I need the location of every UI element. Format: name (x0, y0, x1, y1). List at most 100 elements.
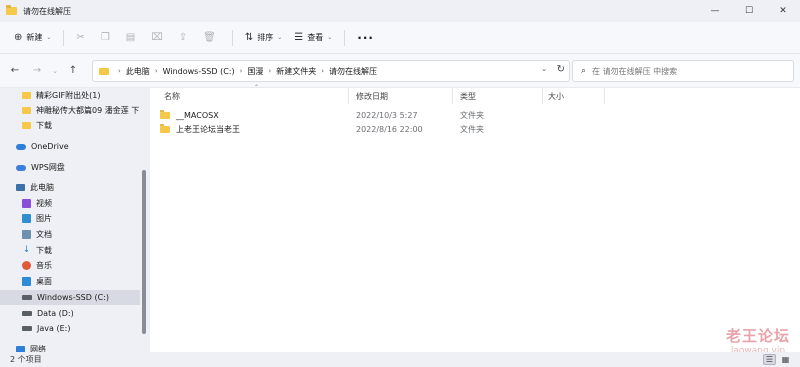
command-bar: ⊕ 新建 ⌄ ✂ ❐ ▤ ⌧ ⇪ 🗑 ⇅ 排序 ⌄ ☰ 查看 ⌄ ··· (0, 22, 800, 54)
view-toggle: ☰ ▦ (760, 354, 792, 365)
nav-item-desktop[interactable]: 桌面 (0, 274, 140, 289)
nav-item-music[interactable]: 音乐 (0, 258, 140, 273)
breadcrumb-item[interactable]: 请勿在线解压 (329, 66, 377, 77)
address-history-dropdown[interactable]: ⌄ (541, 65, 547, 73)
column-header-modified[interactable]: 修改日期 (356, 88, 388, 104)
documents-icon (22, 230, 31, 239)
file-modified: 2022/10/3 5:27 (356, 110, 418, 120)
chevron-down-icon: ⌄ (327, 34, 333, 41)
nav-item-documents[interactable]: 文档 (0, 227, 140, 242)
window-title: 请勿在线解压 (23, 6, 71, 16)
column-header-size[interactable]: 大小 (548, 88, 564, 104)
arrow-left-icon: ← (10, 65, 20, 76)
share-icon: ⇪ (178, 32, 188, 43)
more-options-button[interactable]: ··· (351, 27, 380, 49)
rename-icon: ⌧ (151, 32, 163, 43)
divider (344, 29, 346, 46)
chevron-down-icon: ⌄ (46, 34, 52, 41)
details-view-button[interactable]: ☰ (763, 354, 776, 365)
up-button[interactable]: ↑ (62, 60, 84, 82)
sort-icon: ⇅ (244, 32, 254, 43)
plus-circle-icon: ⊕ (14, 32, 23, 43)
delete-button[interactable]: 🗑 (197, 27, 226, 49)
folder-icon (22, 122, 31, 129)
copy-button[interactable]: ❐ (95, 27, 120, 49)
copy-icon: ❐ (100, 32, 110, 43)
computer-icon (16, 184, 25, 191)
nav-item-label: 精彩GIF附出处(1) (36, 91, 101, 100)
column-divider[interactable] (604, 88, 605, 104)
sort-button[interactable]: ⇅ 排序 ⌄ (239, 27, 288, 49)
table-row[interactable]: 上老王论坛当老王 2022/8/16 22:00 文件夹 (160, 121, 800, 137)
back-button[interactable]: ← (4, 60, 26, 82)
view-label: 查看 (307, 33, 324, 42)
view-list-icon: ☰ (294, 32, 304, 43)
folder-icon (22, 107, 31, 114)
navigation-pane: 精彩GIF附出处(1) 神雕秘传大都篇09 潘金莲 下 下载 OneDrive … (0, 88, 148, 352)
nav-item-pictures[interactable]: 图片 (0, 211, 140, 226)
column-divider[interactable] (348, 88, 349, 104)
nav-item-folder[interactable]: 精彩GIF附出处(1) (0, 88, 140, 103)
breadcrumb-item[interactable]: 新建文件夹 (276, 66, 316, 77)
nav-item-label: 此电脑 (30, 183, 54, 192)
nav-item-drive-d[interactable]: Data (D:) (0, 306, 140, 321)
nav-item-network[interactable]: 网络 (0, 342, 140, 352)
maximize-button[interactable]: ☐ (732, 0, 766, 22)
new-label: 新建 (26, 33, 43, 42)
view-button[interactable]: ☰ 查看 ⌄ (288, 27, 338, 49)
file-name: 上老王论坛当老王 (176, 124, 240, 134)
details-view-icon: ☰ (765, 355, 774, 364)
column-divider[interactable] (542, 88, 543, 104)
forward-button[interactable]: → (26, 60, 48, 82)
arrow-right-icon: → (32, 65, 42, 76)
paste-button[interactable]: ▤ (120, 27, 145, 49)
nav-item-drive-c[interactable]: Windows-SSD (C:) (0, 290, 140, 305)
breadcrumb-item[interactable]: 国漫 (247, 66, 263, 77)
chevron-down-icon: ⌄ (277, 34, 283, 41)
tiles-view-icon: ▦ (781, 355, 790, 364)
search-box[interactable]: ⌕ (572, 60, 794, 82)
search-input[interactable] (592, 66, 783, 76)
watermark-text: 老王论坛 (725, 327, 790, 345)
column-header-name[interactable]: 名称 (164, 88, 180, 104)
breadcrumb-item[interactable]: 此电脑 (126, 66, 150, 77)
nav-item-videos[interactable]: 视频 (0, 196, 140, 211)
file-name: __MACOSX (176, 110, 219, 120)
file-type: 文件夹 (460, 124, 484, 134)
nav-item-label: 视频 (36, 199, 52, 208)
nav-item-wps[interactable]: WPS网盘 (0, 160, 140, 175)
nav-item-label: OneDrive (31, 142, 69, 151)
nav-item-downloads-folder[interactable]: 下载 (0, 118, 140, 133)
recent-dropdown[interactable]: ⌄ (48, 60, 62, 82)
close-button[interactable]: ✕ (766, 0, 800, 22)
nav-item-this-pc[interactable]: 此电脑 (0, 180, 140, 195)
nav-item-drive-e[interactable]: Java (E:) (0, 321, 140, 336)
rename-button[interactable]: ⌧ (145, 27, 173, 49)
nav-item-folder[interactable]: 神雕秘传大都篇09 潘金莲 下 (0, 103, 140, 118)
window-controls: — ☐ ✕ (698, 0, 800, 22)
search-icon: ⌕ (581, 66, 587, 76)
minimize-button[interactable]: — (698, 0, 732, 22)
breadcrumb-item[interactable]: Windows-SSD (C:) (163, 67, 235, 76)
refresh-icon[interactable]: ↻ (557, 64, 565, 75)
file-modified: 2022/8/16 22:00 (356, 124, 423, 134)
address-row: ← → ⌄ ↑ › 此电脑 › Windows-SSD (C:) › 国漫 › … (0, 54, 800, 88)
nav-item-label: Data (D:) (37, 309, 74, 318)
column-header-type[interactable]: 类型 (460, 88, 476, 104)
drive-icon (22, 311, 32, 316)
nav-item-label: 网络 (30, 345, 46, 352)
scissors-icon: ✂ (76, 32, 85, 43)
address-bar[interactable]: › 此电脑 › Windows-SSD (C:) › 国漫 › 新建文件夹 › … (92, 60, 570, 82)
title-bar: 请勿在线解压 — ☐ ✕ (0, 0, 800, 22)
cut-button[interactable]: ✂ (70, 27, 94, 49)
cloud-icon (16, 143, 26, 150)
new-button[interactable]: ⊕ 新建 ⌄ (8, 27, 57, 49)
arrow-up-icon: ↑ (68, 65, 78, 76)
column-divider[interactable] (452, 88, 453, 104)
nav-item-downloads[interactable]: ↓ 下载 (0, 243, 140, 258)
nav-item-onedrive[interactable]: OneDrive (0, 139, 140, 154)
share-button[interactable]: ⇪ (173, 27, 197, 49)
nav-scrollbar[interactable] (142, 170, 146, 334)
tiles-view-button[interactable]: ▦ (779, 354, 792, 365)
nav-item-label: 音乐 (36, 261, 52, 270)
